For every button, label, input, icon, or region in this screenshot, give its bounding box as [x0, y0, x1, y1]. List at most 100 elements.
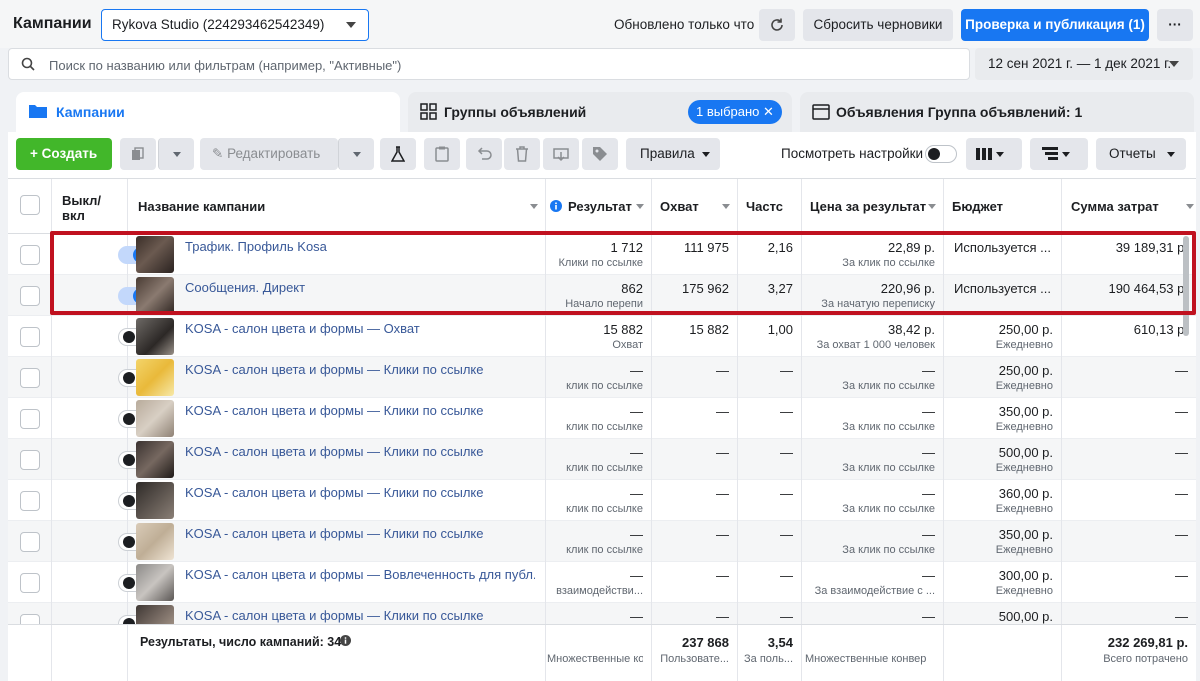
account-select[interactable]: Rykova Studio (224293462542349): [101, 9, 369, 41]
campaign-name-link[interactable]: KOSA - салон цвета и формы — Клики по сс…: [185, 362, 535, 377]
info-icon[interactable]: [340, 635, 351, 646]
duplicate-button[interactable]: [120, 138, 156, 170]
row-checkbox[interactable]: [20, 491, 40, 511]
table-row[interactable]: KOSA - салон цвета и формы — Охват 15 882…: [8, 316, 1196, 357]
view-settings-toggle[interactable]: [925, 145, 957, 163]
budget-cell: 500,00 р. Ежедневно: [944, 439, 1062, 480]
more-options-button[interactable]: ···: [1157, 9, 1193, 41]
footer-reach-value: 237 868: [682, 635, 729, 650]
row-checkbox[interactable]: [20, 409, 40, 429]
clipboard-button[interactable]: [424, 138, 460, 170]
export-button[interactable]: [543, 138, 579, 170]
tab-campaigns[interactable]: Кампании: [16, 92, 400, 132]
name-cell: KOSA - салон цвета и формы — Клики по сс…: [128, 398, 546, 439]
header-frequency[interactable]: Частс: [738, 179, 802, 233]
campaign-name-link[interactable]: KOSA - салон цвета и формы — Клики по сс…: [185, 403, 535, 418]
table-row[interactable]: KOSA - салон цвета и формы — Вовлеченнос…: [8, 562, 1196, 603]
table-row[interactable]: KOSA - салон цвета и формы — Клики по сс…: [8, 521, 1196, 562]
footer-frequency: 3,54 За поль...: [738, 625, 802, 681]
footer-label: Результаты, число кампаний: 34: [140, 635, 342, 649]
reach-cell: —: [652, 357, 738, 398]
row-checkbox[interactable]: [20, 286, 40, 306]
campaign-thumbnail: [136, 523, 174, 560]
date-range-picker[interactable]: 12 сен 2021 г. — 1 дек 2021 г.: [975, 48, 1193, 80]
table-row[interactable]: KOSA - салон цвета и формы — Клики по сс…: [8, 439, 1196, 480]
header-result[interactable]: Результат: [546, 179, 652, 233]
campaign-name-link[interactable]: KOSA - салон цвета и формы — Клики по сс…: [185, 526, 535, 541]
header-name[interactable]: Название кампании: [128, 179, 546, 233]
budget-subtext: Ежедневно: [995, 462, 1053, 474]
footer-cpr-sub: Множественные конвер: [805, 653, 927, 665]
ab-test-button[interactable]: [380, 138, 416, 170]
select-cell: [8, 357, 52, 398]
footer-frequency-value: 3,54: [767, 635, 793, 650]
campaign-name-link[interactable]: KOSA - салон цвета и формы — Клики по сс…: [185, 608, 535, 623]
header-reach[interactable]: Охват: [652, 179, 738, 233]
toggle-cell: [52, 398, 152, 439]
campaign-name-link[interactable]: KOSA - салон цвета и формы — Вовлеченнос…: [185, 567, 535, 582]
campaign-name-link[interactable]: KOSA - салон цвета и формы — Клики по сс…: [185, 485, 535, 500]
columns-button[interactable]: [966, 138, 1022, 170]
row-checkbox[interactable]: [20, 245, 40, 265]
search-input[interactable]: [49, 55, 949, 75]
folder-icon: [29, 105, 47, 118]
freq-value: —: [780, 609, 793, 624]
breakdown-button[interactable]: [1030, 138, 1088, 170]
edit-button[interactable]: ✎ Редактировать: [200, 138, 338, 170]
refresh-button[interactable]: [759, 9, 795, 41]
result-value: —: [630, 609, 643, 624]
tab-adsets[interactable]: Группы объявлений 1 выбрано ✕: [408, 92, 792, 132]
footer-result: Множественные ко: [546, 625, 652, 681]
spent-value: —: [1175, 527, 1188, 542]
budget-cell: 300,00 р. Ежедневно: [944, 562, 1062, 603]
header-budget[interactable]: Бюджет: [944, 179, 1062, 233]
budget-value: 250,00 р.: [998, 322, 1053, 337]
info-icon: [550, 200, 562, 212]
edit-dropdown[interactable]: [338, 138, 374, 170]
table-row[interactable]: KOSA - салон цвета и формы — Клики по сс…: [8, 357, 1196, 398]
reach-value: —: [716, 486, 729, 501]
select-cell: [8, 275, 52, 316]
undo-button[interactable]: [466, 138, 502, 170]
selected-chip[interactable]: 1 выбрано ✕: [688, 100, 782, 124]
result-cell: — взаимодействи...: [546, 562, 652, 603]
table-row[interactable]: KOSA - салон цвета и формы — Клики по сс…: [8, 480, 1196, 521]
reach-value: —: [716, 609, 729, 624]
header-select-cell: [8, 179, 52, 233]
row-checkbox[interactable]: [20, 573, 40, 593]
select-cell: [8, 521, 52, 562]
row-checkbox[interactable]: [20, 368, 40, 388]
sort-icon: [928, 204, 936, 209]
select-all-checkbox[interactable]: [20, 195, 40, 215]
header-spent[interactable]: Сумма затрат: [1062, 179, 1196, 233]
footer-spent-value: 232 269,81 р.: [1107, 635, 1188, 650]
row-checkbox[interactable]: [20, 327, 40, 347]
reset-drafts-button[interactable]: Сбросить черновики: [803, 9, 953, 41]
table-row[interactable]: KOSA - салон цвета и формы — Клики по сс…: [8, 398, 1196, 439]
tag-button[interactable]: [582, 138, 618, 170]
duplicate-dropdown[interactable]: [158, 138, 194, 170]
create-button[interactable]: + Создать: [16, 138, 112, 170]
tab-ads[interactable]: Объявления Группа объявлений: 1: [800, 92, 1194, 132]
freq-cell: —: [738, 480, 802, 521]
delete-button[interactable]: [504, 138, 540, 170]
header-cpr[interactable]: Цена за результат: [802, 179, 944, 233]
cpr-subtext: За клик по ссылке: [842, 503, 935, 515]
campaign-thumbnail: [136, 359, 174, 396]
toggle-cell: [52, 562, 152, 603]
row-checkbox[interactable]: [20, 450, 40, 470]
review-publish-button[interactable]: Проверка и публикация (1): [961, 9, 1149, 41]
rules-button[interactable]: Правила: [626, 138, 720, 170]
campaign-name-link[interactable]: KOSA - салон цвета и формы — Клики по сс…: [185, 444, 535, 459]
campaign-name-link[interactable]: KOSA - салон цвета и формы — Охват: [185, 321, 535, 336]
cpr-value: 38,42 р.: [888, 322, 935, 337]
reports-button[interactable]: Отчеты: [1096, 138, 1186, 170]
result-value: —: [630, 486, 643, 501]
budget-value: 250,00 р.: [998, 363, 1053, 378]
search-bar: [8, 48, 970, 80]
footer-label-cell: Результаты, число кампаний: 34: [128, 625, 546, 681]
select-cell: [8, 480, 52, 521]
row-checkbox[interactable]: [20, 532, 40, 552]
spent-cell: —: [1062, 398, 1196, 439]
page-title: Кампании: [13, 15, 92, 32]
